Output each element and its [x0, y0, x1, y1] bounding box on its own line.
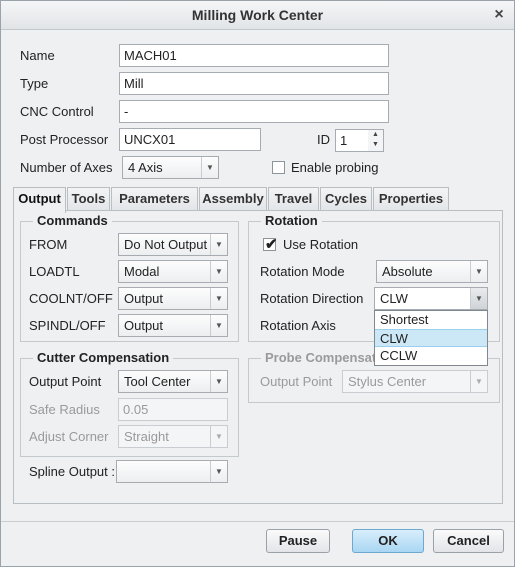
- type-field[interactable]: Mill: [119, 72, 389, 95]
- rotation-direction-dropdown-list: Shortest CLW CCLW: [374, 310, 488, 366]
- type-label: Type: [20, 76, 49, 91]
- spin-down-icon[interactable]: ▼: [368, 140, 383, 150]
- chevron-down-icon: ▼: [210, 261, 227, 282]
- from-label: FROM: [29, 237, 68, 252]
- coolnt-off-value: Output: [124, 291, 164, 306]
- id-spinner[interactable]: ▲ ▼: [368, 129, 384, 152]
- chevron-down-icon: ▼: [210, 461, 227, 482]
- spline-output-select[interactable]: ▼: [116, 460, 228, 483]
- spindl-off-label: SPINDL/OFF: [29, 318, 106, 333]
- chevron-down-icon: ▼: [470, 371, 487, 392]
- tab-cycles[interactable]: Cycles: [320, 187, 372, 211]
- chevron-down-icon: ▼: [210, 371, 227, 392]
- id-field[interactable]: 1: [335, 129, 369, 152]
- enable-probing-checkbox[interactable]: [272, 161, 285, 174]
- rotation-axis-label: Rotation Axis: [260, 318, 336, 333]
- commands-title: Commands: [33, 213, 112, 228]
- adjust-corner-label: Adjust Corner: [29, 429, 109, 444]
- chevron-down-icon: ▼: [210, 234, 227, 255]
- cnc-control-field[interactable]: -: [119, 100, 389, 123]
- coolnt-off-label: COOLNT/OFF: [29, 291, 113, 306]
- loadtl-label: LOADTL: [29, 264, 80, 279]
- chevron-down-icon: ▼: [470, 261, 487, 282]
- name-label: Name: [20, 48, 55, 63]
- probe-output-point-select: Stylus Center ▼: [342, 370, 488, 393]
- milling-work-center-dialog: Milling Work Center × Name MACH01 Type M…: [0, 0, 515, 567]
- rotation-mode-label: Rotation Mode: [260, 264, 345, 279]
- tab-tools[interactable]: Tools: [67, 187, 110, 211]
- probe-output-point-value: Stylus Center: [348, 374, 427, 389]
- rotation-direction-select[interactable]: CLW ▼: [374, 287, 488, 310]
- number-of-axes-label: Number of Axes: [20, 160, 113, 175]
- option-clw[interactable]: CLW: [375, 329, 487, 347]
- tab-assembly[interactable]: Assembly: [199, 187, 267, 211]
- tab-travel[interactable]: Travel: [268, 187, 319, 211]
- chevron-down-icon: ▼: [201, 157, 218, 178]
- from-value: Do Not Output: [124, 237, 208, 252]
- loadtl-select[interactable]: Modal ▼: [118, 260, 228, 283]
- number-of-axes-select[interactable]: 4 Axis ▼: [122, 156, 219, 179]
- from-select[interactable]: Do Not Output ▼: [118, 233, 228, 256]
- tab-properties[interactable]: Properties: [373, 187, 449, 211]
- footer-divider: [1, 521, 514, 522]
- post-processor-field[interactable]: UNCX01: [119, 128, 261, 151]
- cnc-control-label: CNC Control: [20, 104, 94, 119]
- rotation-mode-select[interactable]: Absolute ▼: [376, 260, 488, 283]
- spindl-off-select[interactable]: Output ▼: [118, 314, 228, 337]
- option-cclw[interactable]: CCLW: [375, 347, 487, 365]
- cutter-output-point-label: Output Point: [29, 374, 102, 389]
- ok-button[interactable]: OK: [352, 529, 424, 553]
- chevron-down-icon: ▼: [210, 315, 227, 336]
- pause-button[interactable]: Pause: [266, 529, 330, 553]
- id-label: ID: [317, 132, 330, 147]
- dialog-title: Milling Work Center: [191, 7, 324, 23]
- adjust-corner-value: Straight: [124, 429, 169, 444]
- adjust-corner-select: Straight ▼: [118, 425, 228, 448]
- use-rotation-label: Use Rotation: [283, 237, 359, 252]
- rotation-mode-value: Absolute: [382, 264, 433, 279]
- loadtl-value: Modal: [124, 264, 160, 279]
- checkmark-icon: ✔: [265, 236, 278, 253]
- rotation-title: Rotation: [261, 213, 322, 228]
- spline-output-label: Spline Output :: [29, 464, 115, 479]
- probe-output-point-label: Output Point: [260, 374, 333, 389]
- coolnt-off-select[interactable]: Output ▼: [118, 287, 228, 310]
- rotation-direction-value: CLW: [380, 291, 408, 306]
- use-rotation-checkbox[interactable]: ✔: [263, 236, 278, 253]
- enable-probing-label: Enable probing: [291, 160, 379, 175]
- name-field[interactable]: MACH01: [119, 44, 389, 67]
- number-of-axes-value: 4 Axis: [128, 160, 163, 175]
- title-bar: Milling Work Center ×: [1, 1, 514, 30]
- safe-radius-label: Safe Radius: [29, 402, 100, 417]
- chevron-down-icon: ▼: [210, 288, 227, 309]
- tab-output[interactable]: Output: [13, 187, 66, 213]
- safe-radius-field: 0.05: [118, 398, 228, 421]
- chevron-down-icon: ▼: [470, 288, 487, 309]
- cutter-compensation-title: Cutter Compensation: [33, 350, 174, 365]
- chevron-down-icon: ▼: [210, 426, 227, 447]
- cancel-button[interactable]: Cancel: [433, 529, 504, 553]
- rotation-direction-label: Rotation Direction: [260, 291, 364, 306]
- tab-parameters[interactable]: Parameters: [111, 187, 198, 211]
- spin-up-icon[interactable]: ▲: [368, 130, 383, 140]
- spindl-off-value: Output: [124, 318, 164, 333]
- close-icon[interactable]: ×: [490, 6, 508, 24]
- post-processor-label: Post Processor: [20, 132, 109, 147]
- cutter-output-point-value: Tool Center: [124, 374, 191, 389]
- cutter-output-point-select[interactable]: Tool Center ▼: [118, 370, 228, 393]
- option-shortest[interactable]: Shortest: [375, 311, 487, 329]
